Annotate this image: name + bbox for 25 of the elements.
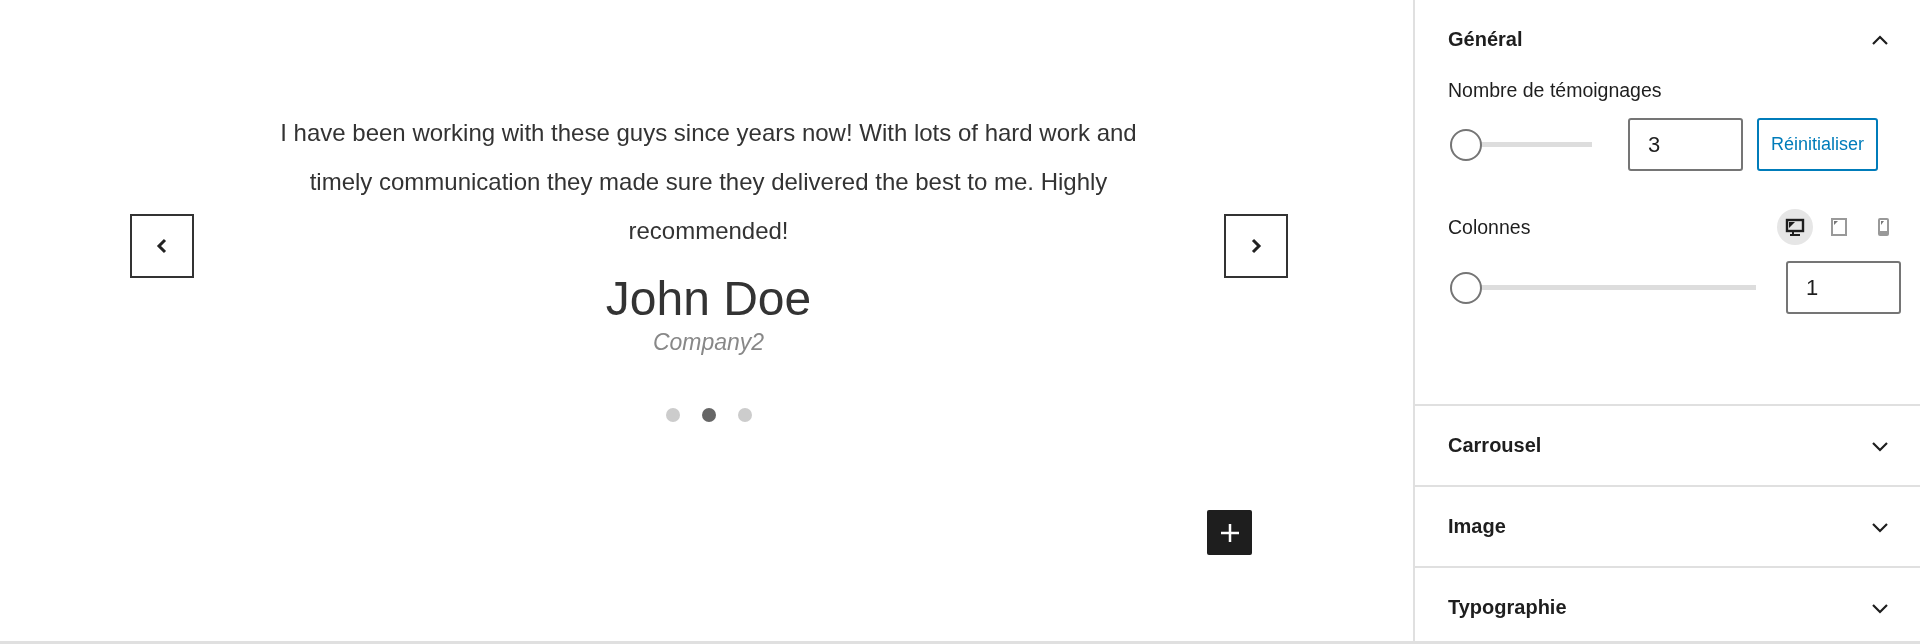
chevron-down-icon (1871, 520, 1889, 533)
testimonial-quote: I have been working with these guys since years now! With lots of hard work and timely communication they made sure they delivered the best to me. Highly recommended! (279, 118, 1138, 246)
field-label: Nombre de témoignages (1448, 79, 1663, 102)
device-button[interactable] (1777, 209, 1813, 245)
tablet-icon (1829, 217, 1849, 237)
slider-thumb[interactable] (1450, 128, 1482, 161)
plus-icon (1218, 521, 1241, 544)
pagination-dot[interactable] (665, 408, 680, 422)
add-block-button[interactable] (1207, 510, 1252, 555)
number-input[interactable]: 1 (1786, 261, 1901, 314)
chevron-down-icon (1871, 601, 1889, 614)
author-company: Company2 (652, 329, 765, 356)
chevron-left-icon (154, 237, 169, 255)
chevron-down-icon (1871, 439, 1889, 452)
slider-thumb[interactable] (1450, 271, 1482, 304)
previous-arrow-button[interactable] (129, 214, 194, 278)
reset-button[interactable]: Réinitialiser (1757, 118, 1879, 171)
number-input[interactable]: 3 (1628, 118, 1743, 171)
monitor-icon (1785, 217, 1805, 237)
author-name: John Doe (605, 271, 812, 327)
pagination-dot[interactable] (737, 408, 752, 422)
pagination-dot[interactable] (701, 408, 716, 422)
field-label: Colonnes (1448, 215, 1531, 239)
chevron-up-icon (1871, 33, 1889, 46)
next-arrow-button[interactable] (1223, 214, 1288, 278)
